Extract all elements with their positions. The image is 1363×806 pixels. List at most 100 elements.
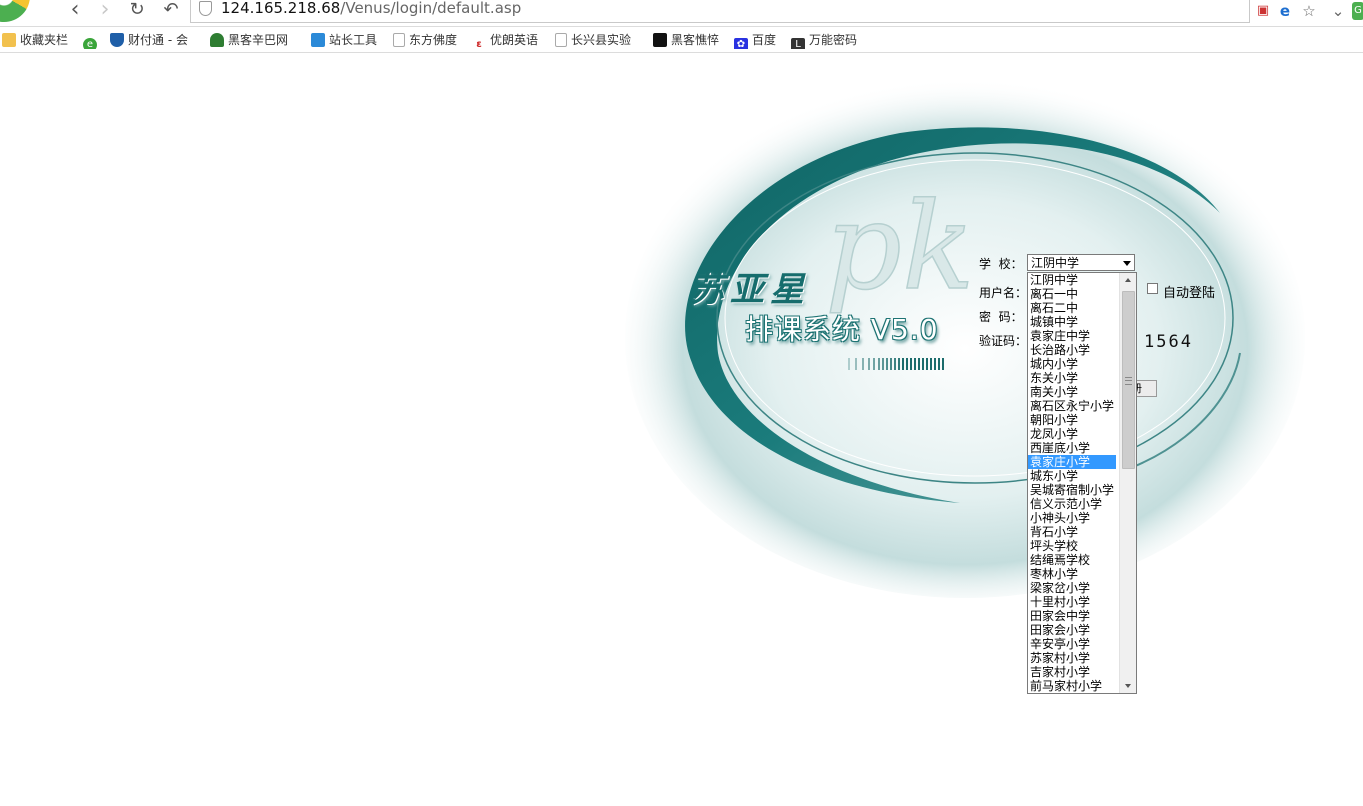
school-option[interactable]: 梁家岔小学 — [1028, 581, 1118, 595]
school-option[interactable]: 田家会小学 — [1028, 623, 1118, 637]
forward-icon[interactable]: › — [93, 0, 117, 22]
tree-icon — [210, 33, 224, 47]
l-icon: L — [791, 38, 805, 49]
bookmark-folder[interactable]: 收藏夹栏 — [2, 31, 68, 49]
app-title-main: 苏亚星 — [690, 270, 810, 310]
browser-logo-icon[interactable] — [0, 0, 30, 22]
chevron-down-icon[interactable] — [1123, 261, 1131, 266]
bookmark-webmaster-tools[interactable]: 站长工具 — [311, 31, 377, 49]
school-option[interactable]: 东关小学 — [1028, 371, 1118, 385]
ie-icon: e — [83, 38, 97, 49]
register-button[interactable]: 册 — [1137, 380, 1157, 397]
ie-mode-icon[interactable]: e — [1276, 2, 1294, 20]
scroll-down-arrow-icon[interactable] — [1120, 679, 1136, 693]
school-option[interactable]: 朝阳小学 — [1028, 413, 1118, 427]
scroll-up-arrow-icon[interactable] — [1120, 273, 1136, 287]
reload-icon[interactable]: ↻ — [125, 0, 149, 22]
extension-icon[interactable]: G — [1352, 2, 1363, 20]
school-option[interactable]: 前马家村小学 — [1028, 679, 1118, 693]
bookmark-label: 万能密码 — [809, 33, 858, 47]
bookmark-label: 东方佛度 — [409, 33, 458, 47]
app-title-sub: 排课系统 V5.0 — [745, 313, 939, 346]
school-option[interactable]: 信义示范小学 — [1028, 497, 1118, 511]
tenpay-shield-icon — [110, 33, 124, 47]
bookmark-label: 收藏夹栏 — [20, 33, 69, 47]
page-icon — [393, 33, 405, 47]
password-label: 密 码： — [979, 310, 1023, 324]
bookmark-baidu[interactable]: ✿ 百度 — [734, 31, 776, 49]
star-icon[interactable]: ☆ — [1300, 2, 1318, 20]
undo-icon[interactable]: ↶ — [159, 0, 183, 22]
bookmark-label: 长兴县实验 — [571, 33, 632, 47]
svg-text:pk: pk — [825, 178, 975, 317]
bookmark-youlang-english[interactable]: ε 优朗英语 — [472, 31, 538, 49]
url-host: 124.165.218.68 — [221, 0, 341, 17]
scrollbar-thumb[interactable] — [1122, 291, 1135, 469]
captcha-label: 验证码： — [979, 334, 1028, 348]
bookmark-dongfang[interactable]: 东方佛度 — [393, 31, 457, 49]
school-option[interactable]: 离石区永宁小学 — [1028, 399, 1118, 413]
bookmark-universal-password[interactable]: L 万能密码 — [791, 31, 857, 49]
login-background-graphic: pk — [625, 78, 1305, 598]
school-select[interactable]: 江阴中学 — [1027, 254, 1135, 271]
auto-login-label: 自动登陆 — [1163, 286, 1216, 301]
school-option[interactable]: 结绳焉学校 — [1028, 553, 1118, 567]
bookmark-label: 黑客辛巴网 — [228, 33, 289, 47]
school-option[interactable]: 十里村小学 — [1028, 595, 1118, 609]
school-option[interactable]: 吴城寄宿制小学 — [1028, 483, 1118, 497]
bookmark-label: 优朗英语 — [490, 33, 539, 47]
black-square-icon — [653, 33, 667, 47]
folder-icon — [2, 33, 16, 47]
school-option[interactable]: 南关小学 — [1028, 385, 1118, 399]
school-select-value: 江阴中学 — [1031, 256, 1080, 270]
address-bar[interactable]: 124.165.218.68/Venus/login/default.asp — [190, 0, 1250, 23]
school-option[interactable]: 江阴中学 — [1028, 273, 1118, 287]
school-option[interactable]: 长治路小学 — [1028, 343, 1118, 357]
auto-login-checkbox[interactable] — [1147, 283, 1158, 294]
bookmark-tenpay[interactable]: 财付通 - 会 — [110, 31, 198, 49]
bookmark-label: 百度 — [752, 33, 777, 47]
grip-icon — [1125, 377, 1132, 385]
bookmark-label: 黑客憔悴 — [671, 33, 720, 47]
dropdown-scrollbar[interactable] — [1119, 273, 1136, 693]
bookmark-label: 站长工具 — [329, 33, 378, 47]
school-option[interactable]: 袁家庄小学 — [1028, 455, 1116, 469]
bookmark-changxing[interactable]: 长兴县实验 — [555, 31, 643, 49]
register-button-label: 册 — [1137, 381, 1142, 396]
school-option[interactable]: 背石小学 — [1028, 525, 1118, 539]
chevron-down-icon[interactable]: ⌄ — [1329, 2, 1347, 20]
school-option[interactable]: 辛安亭小学 — [1028, 637, 1118, 651]
school-option[interactable]: 吉家村小学 — [1028, 665, 1118, 679]
school-option[interactable]: 西崖底小学 — [1028, 441, 1118, 455]
school-option[interactable]: 袁家庄中学 — [1028, 329, 1118, 343]
mail-badge-icon[interactable]: ▣ — [1254, 2, 1272, 20]
e-icon: ε — [472, 38, 486, 49]
school-option[interactable]: 龙凤小学 — [1028, 427, 1118, 441]
school-option[interactable]: 枣林小学 — [1028, 567, 1118, 581]
bookmark-label: 财付通 - 会 — [128, 33, 188, 47]
bookmarks-bar: 收藏夹栏 e 财付通 - 会 黑客辛巴网 站长工具 东方佛度 ε 优朗英语 长兴县… — [0, 27, 1363, 53]
url-path: /Venus/login/default.asp — [340, 0, 522, 17]
bookmark-hacker-simba[interactable]: 黑客辛巴网 — [210, 31, 300, 49]
school-option[interactable]: 离石一中 — [1028, 287, 1118, 301]
school-option[interactable]: 小神头小学 — [1028, 511, 1118, 525]
webmaster-icon — [311, 33, 325, 47]
username-label: 用户名： — [979, 286, 1028, 300]
back-icon[interactable]: ‹ — [63, 0, 87, 22]
school-option[interactable]: 田家会中学 — [1028, 609, 1118, 623]
school-option[interactable]: 城东小学 — [1028, 469, 1118, 483]
browser-toolbar: ‹ › ↻ ↶ 124.165.218.68/Venus/login/defau… — [0, 0, 1363, 27]
bookmark-ie[interactable]: e — [83, 31, 101, 49]
school-option[interactable]: 城内小学 — [1028, 357, 1118, 371]
url-text[interactable]: 124.165.218.68/Venus/login/default.asp — [221, 0, 521, 17]
school-option[interactable]: 苏家村小学 — [1028, 651, 1118, 665]
bookmark-hacker-qiaocui[interactable]: 黑客憔悴 — [653, 31, 719, 49]
school-dropdown-list[interactable]: 江阴中学 离石一中 离石二中 城镇中学 袁家庄中学 长治路小学 城内小学 东关小学 南关小学 离石… — [1027, 272, 1137, 694]
shield-icon — [199, 1, 212, 16]
school-option[interactable]: 坪头学校 — [1028, 539, 1118, 553]
page-icon — [555, 33, 567, 47]
school-option[interactable]: 离石二中 — [1028, 301, 1118, 315]
school-option[interactable]: 城镇中学 — [1028, 315, 1118, 329]
captcha-image: 1564 — [1144, 332, 1193, 352]
school-label: 学 校： — [979, 257, 1023, 271]
